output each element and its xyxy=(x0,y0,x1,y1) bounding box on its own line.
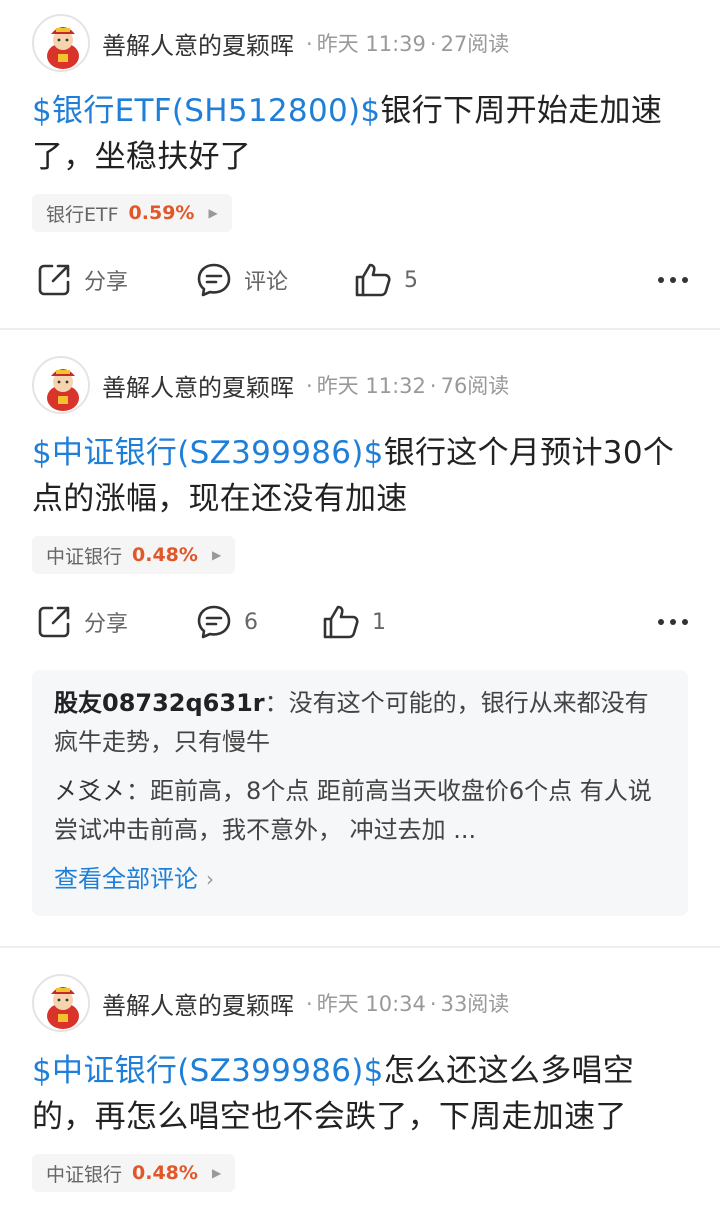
post-reads: 33阅读 xyxy=(440,992,510,1016)
stock-link[interactable]: $中证银行(SZ399986)$ xyxy=(32,1053,384,1089)
post-time: 昨天 11:39 xyxy=(316,32,426,56)
stock-link[interactable]: $银行ETF(SH512800)$ xyxy=(32,93,380,129)
stock-link[interactable]: $中证银行(SZ399986)$ xyxy=(32,435,384,471)
more-icon-dot xyxy=(670,619,676,625)
share-icon xyxy=(38,606,70,638)
author-name[interactable]: 善解人意的夏颖晖 xyxy=(102,26,294,61)
play-arrow-icon: ▶ xyxy=(211,548,222,562)
stock-tag-change: 0.59% xyxy=(128,202,195,224)
stock-tag[interactable]: 中证银行 0.48% ▶ xyxy=(32,536,236,574)
comment-icon xyxy=(197,263,231,297)
more-button[interactable] xyxy=(658,619,688,625)
share-icon xyxy=(38,264,70,296)
post-meta: · 昨天 11:32 · 76阅读 xyxy=(306,374,510,398)
post-meta: · 昨天 10:34 · 33阅读 xyxy=(306,992,510,1016)
more-icon-dot xyxy=(670,277,676,283)
comment-author[interactable]: 股友08732q631r xyxy=(54,689,265,717)
stock-tag[interactable]: 银行ETF 0.59% ▶ xyxy=(32,194,232,232)
like-count: 5 xyxy=(404,267,418,293)
post-card[interactable]: 善解人意的夏颖晖 · 昨天 11:39 · 27阅读 $银行ETF(SH512800)… xyxy=(0,0,720,330)
comment-button[interactable]: 6 xyxy=(196,604,258,640)
post-header: 善解人意的夏颖晖 · 昨天 11:39 · 27阅读 xyxy=(32,0,688,86)
post-time: 昨天 10:34 xyxy=(316,992,426,1016)
post-card[interactable]: 善解人意的夏颖晖 · 昨天 10:34 · 33阅读 $中证银行(SZ399986)$… xyxy=(0,948,720,1215)
post-reads: 27阅读 xyxy=(440,32,510,56)
more-icon-dot xyxy=(682,619,688,625)
stock-tag-name: 中证银行 xyxy=(46,1163,123,1186)
stock-tag-change: 0.48% xyxy=(132,544,198,566)
comment-item[interactable]: 股友08732q631r：没有这个可能的，银行从来都没有疯牛走势，只有慢牛 xyxy=(54,684,666,762)
comment-label: 评论 xyxy=(244,270,289,295)
thumbs-up-icon xyxy=(355,263,391,297)
comment-icon xyxy=(197,605,231,639)
author-name[interactable]: 善解人意的夏颖晖 xyxy=(102,368,294,403)
view-all-label: 查看全部评论 xyxy=(54,865,198,893)
stock-tag[interactable]: 中证银行 0.48% ▶ xyxy=(32,1154,236,1192)
play-arrow-icon: ▶ xyxy=(208,206,218,220)
post-text[interactable]: $中证银行(SZ399986)$银行这个月预计30个点的涨幅，现在还没有加速 xyxy=(32,430,688,522)
avatar-image-icon xyxy=(36,978,88,1030)
share-button[interactable]: 分享 xyxy=(36,262,128,298)
more-icon xyxy=(658,277,664,283)
more-icon xyxy=(658,619,664,625)
share-label: 分享 xyxy=(84,612,129,637)
comment-button[interactable]: 评论 xyxy=(196,262,288,298)
action-bar: 分享 6 1 xyxy=(32,574,688,670)
more-icon-dot xyxy=(682,277,688,283)
stock-tag-name: 中证银行 xyxy=(46,545,123,568)
post-time: 昨天 11:32 xyxy=(316,374,426,398)
post-reads: 76阅读 xyxy=(440,374,510,398)
post-header: 善解人意的夏颖晖 · 昨天 10:34 · 33阅读 xyxy=(32,960,688,1046)
comment-separator: ： xyxy=(126,777,150,805)
action-bar: 分享 评论 5 xyxy=(32,232,688,328)
avatar[interactable] xyxy=(32,356,90,414)
thumbs-up-icon xyxy=(323,605,359,639)
like-button[interactable]: 1 xyxy=(322,604,386,640)
avatar-image-icon xyxy=(36,18,88,70)
avatar-image-icon xyxy=(36,360,88,412)
share-label: 分享 xyxy=(84,270,129,295)
post-meta: · 昨天 11:39 · 27阅读 xyxy=(306,32,510,56)
chevron-right-icon: › xyxy=(206,867,214,891)
post-text[interactable]: $银行ETF(SH512800)$银行下周开始走加速了，坐稳扶好了 xyxy=(32,88,688,180)
comment-author[interactable]: 㐅爻㐅 xyxy=(54,777,126,805)
stock-tag-change: 0.48% xyxy=(132,1162,198,1184)
play-arrow-icon: ▶ xyxy=(211,1166,222,1180)
share-button[interactable]: 分享 xyxy=(36,604,128,640)
comment-item[interactable]: 㐅爻㐅：距前高，8个点 距前高当天收盘价6个点 有人说尝试冲击前高，我不意外， … xyxy=(54,772,666,850)
avatar[interactable] xyxy=(32,974,90,1032)
author-name[interactable]: 善解人意的夏颖晖 xyxy=(102,986,294,1021)
view-all-comments-link[interactable]: 查看全部评论 › xyxy=(54,860,214,898)
avatar[interactable] xyxy=(32,14,90,72)
post-card[interactable]: 善解人意的夏颖晖 · 昨天 11:32 · 76阅读 $中证银行(SZ399986)$… xyxy=(0,330,720,948)
comment-count: 6 xyxy=(244,609,258,635)
like-count: 1 xyxy=(372,609,386,635)
stock-tag-name: 银行ETF xyxy=(46,203,119,226)
post-header: 善解人意的夏颖晖 · 昨天 11:32 · 76阅读 xyxy=(32,342,688,428)
post-text[interactable]: $中证银行(SZ399986)$怎么还这么多唱空的，再怎么唱空也不会跌了，下周走… xyxy=(32,1048,688,1140)
comment-separator: ： xyxy=(264,689,289,717)
comments-preview: 股友08732q631r：没有这个可能的，银行从来都没有疯牛走势，只有慢牛 㐅爻… xyxy=(32,670,688,916)
like-button[interactable]: 5 xyxy=(354,262,418,298)
more-button[interactable] xyxy=(658,277,688,283)
